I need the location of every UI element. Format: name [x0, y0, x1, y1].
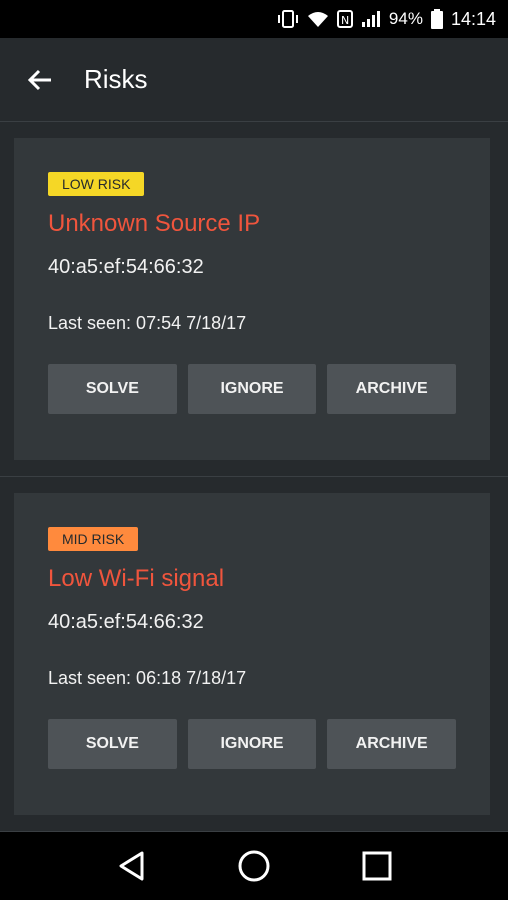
nav-home-button[interactable]	[224, 836, 284, 896]
page-title: Risks	[84, 64, 148, 94]
ignore-button[interactable]: IGNORE	[187, 719, 317, 769]
nav-back-button[interactable]	[101, 836, 161, 896]
clock: 14:14	[450, 8, 496, 29]
risk-actions: SOLVE IGNORE ARCHIVE	[48, 719, 457, 769]
back-triangle-icon	[119, 851, 144, 881]
nav-recents-button[interactable]	[347, 836, 407, 896]
solve-button[interactable]: SOLVE	[48, 719, 177, 769]
arrow-left-icon	[27, 69, 51, 90]
risk-card-wrapper: LOW RISK Unknown Source IP 40:a5:ef:54:6…	[0, 122, 508, 477]
wifi-icon	[307, 10, 329, 28]
mac-address: 40:a5:ef:54:66:32	[48, 256, 204, 278]
last-seen: Last seen: 07:54 7/18/17	[48, 313, 247, 333]
signal-icon	[361, 10, 381, 28]
risk-level-badge: LOW RISK	[48, 172, 145, 196]
risk-title: Unknown Source IP	[48, 210, 261, 237]
ignore-button[interactable]: IGNORE	[187, 364, 317, 414]
solve-button[interactable]: SOLVE	[48, 364, 177, 414]
risk-list[interactable]: LOW RISK Unknown Source IP 40:a5:ef:54:6…	[0, 122, 508, 832]
last-seen: Last seen: 06:18 7/18/17	[48, 668, 247, 688]
recents-square-icon	[362, 851, 392, 881]
risk-card: MID RISK Low Wi-Fi signal 40:a5:ef:54:66…	[14, 493, 490, 815]
mac-address: 40:a5:ef:54:66:32	[48, 611, 204, 633]
home-circle-icon	[238, 850, 270, 882]
back-button[interactable]	[0, 38, 80, 122]
battery-percent: 94%	[388, 9, 423, 28]
risk-card-wrapper: MID RISK Low Wi-Fi signal 40:a5:ef:54:66…	[0, 477, 508, 832]
archive-button[interactable]: ARCHIVE	[327, 719, 457, 769]
battery-icon	[430, 9, 443, 29]
risk-card: LOW RISK Unknown Source IP 40:a5:ef:54:6…	[14, 138, 490, 460]
navigation-bar	[0, 832, 508, 900]
archive-button[interactable]: ARCHIVE	[327, 364, 457, 414]
nfc-icon: N	[336, 10, 353, 28]
risk-level-badge: MID RISK	[48, 527, 139, 551]
svg-text:N: N	[341, 14, 349, 27]
status-bar: N 94% 14:14	[0, 0, 508, 38]
app-bar: Risks	[0, 38, 508, 122]
risk-actions: SOLVE IGNORE ARCHIVE	[48, 364, 457, 414]
vibrate-icon	[277, 10, 299, 28]
risk-title: Low Wi-Fi signal	[48, 565, 225, 592]
